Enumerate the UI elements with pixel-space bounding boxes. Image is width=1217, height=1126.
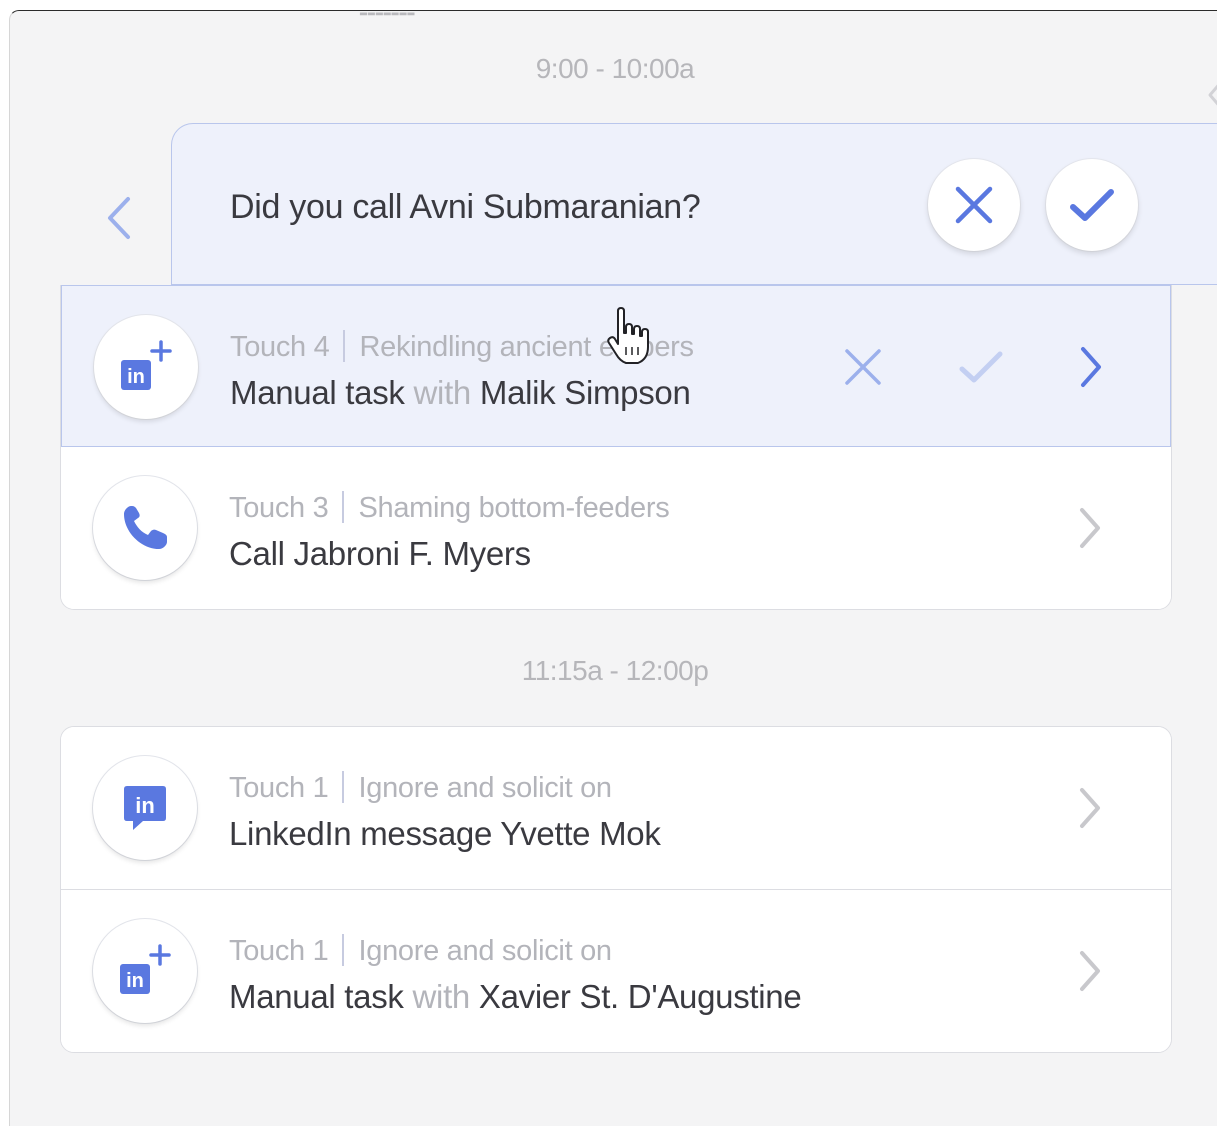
- svg-text:in: in: [126, 970, 144, 992]
- chevron-right-icon: [1080, 951, 1100, 991]
- task-action: Call Jabroni F. Myers: [229, 535, 531, 572]
- task-row[interactable]: in Touch 1 Ignore and solicit on Manual t…: [61, 890, 1171, 1052]
- meta-separator: [343, 330, 346, 362]
- svg-text:in: in: [135, 793, 155, 818]
- task-title: Manual task with Malik Simpson: [230, 374, 691, 412]
- task-title: LinkedIn message Yvette Mok: [229, 815, 661, 853]
- campaign-name: Ignore and solicit on: [358, 935, 612, 967]
- task-type-icon: [93, 476, 197, 580]
- task-meta: Touch 1 Ignore and solicit on: [229, 771, 612, 805]
- task-list: in Touch 1 Ignore and solicit on LinkedIn…: [60, 726, 1172, 1053]
- task-meta: Touch 1 Ignore and solicit on: [229, 934, 612, 968]
- prompt-back-chevron-icon[interactable]: [100, 193, 140, 243]
- chevron-right-icon: [1081, 347, 1101, 387]
- complete-task-button[interactable]: [956, 342, 1006, 392]
- task-type-icon: in: [93, 756, 197, 860]
- task-connector: with: [412, 978, 471, 1015]
- task-connector: with: [413, 374, 472, 411]
- task-type-icon: in: [93, 919, 197, 1023]
- linkedin-add-icon: in: [121, 340, 172, 390]
- skip-task-button[interactable]: [838, 342, 888, 392]
- chevron-right-icon: [1080, 788, 1100, 828]
- task-meta: Touch 3 Shaming bottom-feeders: [229, 491, 670, 525]
- chevron-right-icon: [1080, 508, 1100, 548]
- x-icon: [955, 186, 993, 224]
- check-icon: [959, 351, 1003, 383]
- open-task-chevron[interactable]: [1065, 503, 1115, 553]
- touch-label: Touch 1: [229, 772, 329, 804]
- confirm-call-button[interactable]: [1046, 159, 1138, 251]
- hand-cursor-icon: [607, 307, 649, 364]
- linkedin-add-icon: in: [120, 944, 171, 994]
- task-title: Call Jabroni F. Myers: [229, 535, 531, 573]
- meta-separator: [342, 491, 345, 523]
- task-action: Manual task: [229, 978, 404, 1015]
- task-action: LinkedIn message Yvette Mok: [229, 815, 661, 852]
- linkedin-message-icon: in: [124, 786, 166, 830]
- time-slot-header: 9:00 - 10:00a: [535, 53, 695, 84]
- open-task-chevron[interactable]: [1065, 946, 1115, 996]
- check-icon: [1070, 189, 1114, 221]
- touch-label: Touch 3: [229, 492, 329, 524]
- task-row[interactable]: in Touch 1 Ignore and solicit on LinkedIn…: [61, 727, 1171, 890]
- task-row[interactable]: Touch 3 Shaming bottom-feeders Call Jabro…: [61, 447, 1171, 609]
- task-title: Manual task with Xavier St. D'Augustine: [229, 978, 802, 1016]
- task-type-icon: in: [94, 315, 198, 419]
- meta-separator: [342, 771, 345, 803]
- svg-text:in: in: [127, 366, 145, 388]
- campaign-name: Shaming bottom-feeders: [358, 492, 670, 524]
- schedule-panel: ▂▂▂▂▂▂▂ 9:00 - 10:00a Did you call Avni …: [9, 10, 1217, 1126]
- clipped-header-fragment: ▂▂▂▂▂▂▂: [360, 10, 416, 15]
- x-icon: [845, 349, 881, 385]
- task-action: Manual task: [230, 374, 405, 411]
- call-confirmation-prompt: Did you call Avni Submaranian?: [171, 123, 1217, 285]
- campaign-name: Ignore and solicit on: [358, 772, 612, 804]
- task-contact: Malik Simpson: [479, 374, 691, 411]
- open-task-chevron[interactable]: [1065, 783, 1115, 833]
- touch-label: Touch 1: [229, 935, 329, 967]
- meta-separator: [342, 934, 345, 966]
- touch-label: Touch 4: [230, 331, 330, 363]
- time-slot-header: 11:15a - 12:00p: [521, 655, 709, 686]
- prompt-question: Did you call Avni Submaranian?: [230, 188, 701, 226]
- phone-icon: [124, 506, 167, 549]
- task-contact: Xavier St. D'Augustine: [478, 978, 802, 1015]
- dismiss-call-button[interactable]: [928, 159, 1020, 251]
- open-task-chevron[interactable]: [1066, 342, 1116, 392]
